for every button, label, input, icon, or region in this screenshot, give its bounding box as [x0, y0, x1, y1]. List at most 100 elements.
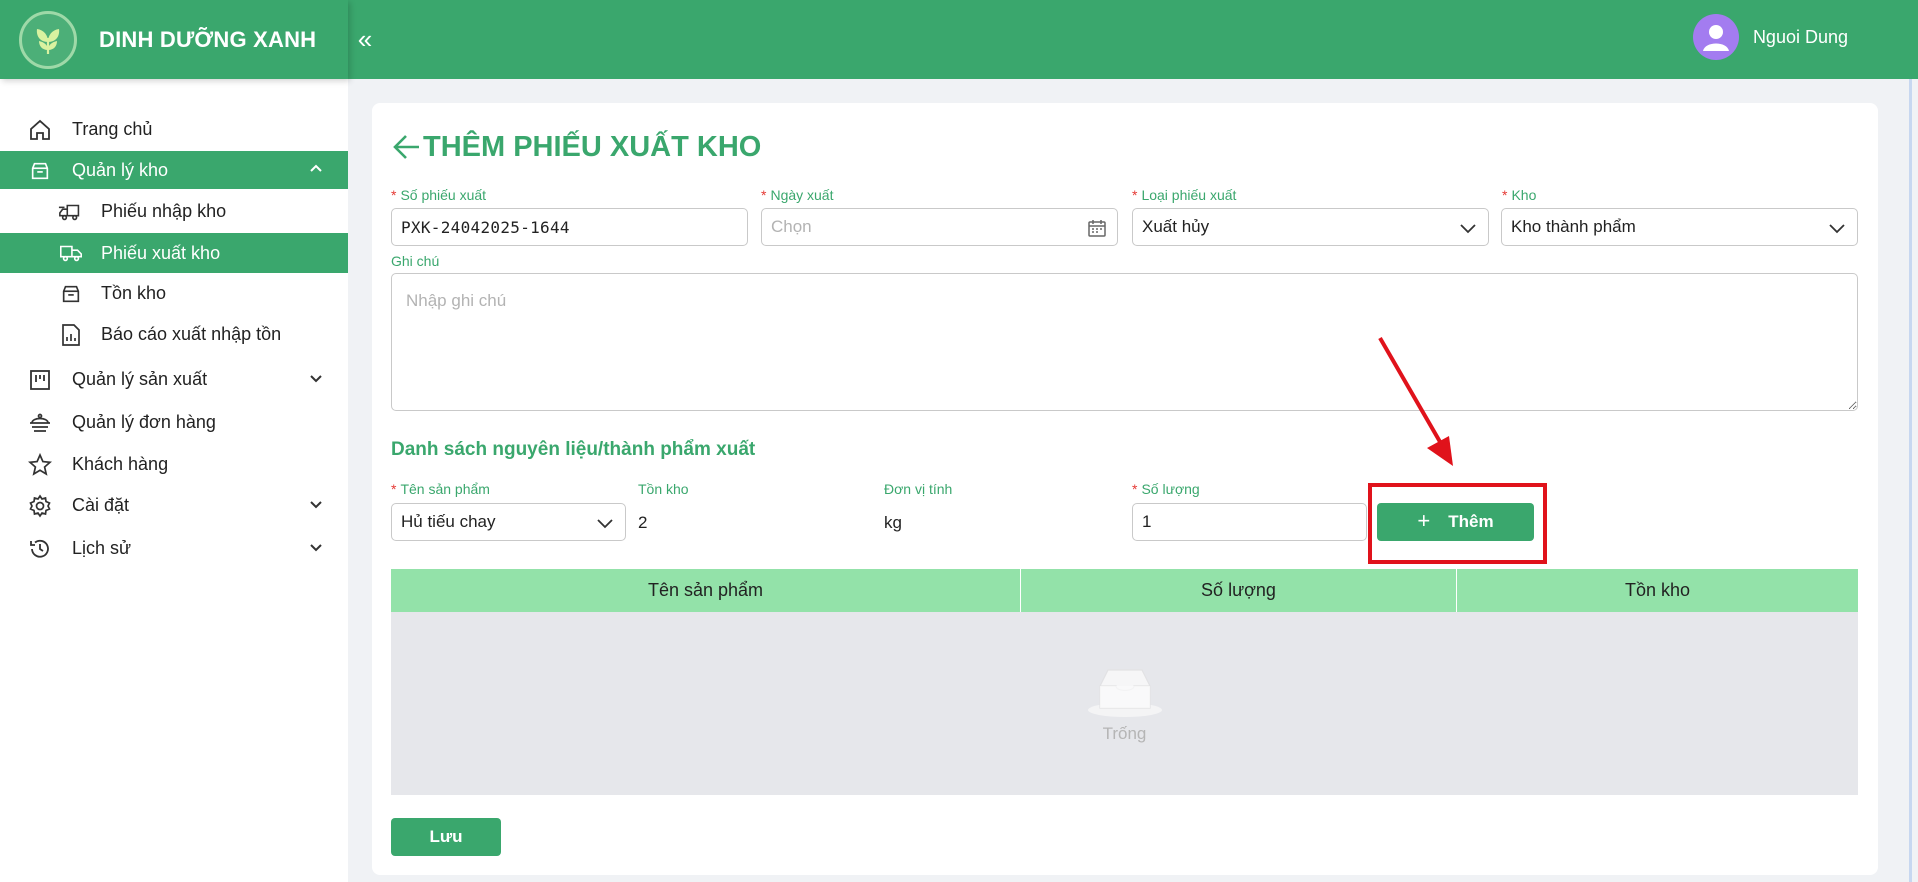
sidebar-item-trang-chu[interactable]: Trang chủ [0, 110, 348, 148]
annotation-highlight-box [1368, 483, 1547, 564]
so-phieu-value: PXK-24042025-1644 [401, 217, 570, 237]
kho-select[interactable]: Kho thành phẩm [1501, 208, 1858, 246]
brand: DINH DƯỠNG XANH [0, 0, 348, 79]
required-mark: * [1132, 481, 1138, 497]
label-text: Tên sản phẩm [400, 481, 490, 497]
loai-phieu-select[interactable]: Xuất hủy [1132, 208, 1489, 246]
product-label: * Tên sản phẩm [391, 481, 490, 497]
required-mark: * [391, 187, 397, 203]
required-mark: * [391, 481, 397, 497]
collapse-sidebar-button[interactable]: « [350, 22, 380, 56]
sidebar-item-label: Báo cáo xuất nhập tồn [101, 324, 282, 344]
sidebar-item-lich-su[interactable]: Lịch sử [0, 529, 348, 567]
empty-text: Trống [1102, 723, 1147, 743]
sidebar-item-label: Tồn kho [101, 283, 167, 303]
label-text: Số phiếu xuất [400, 187, 487, 203]
brand-name: DINH DƯỠNG XANH [99, 26, 317, 52]
history-icon [27, 536, 53, 562]
ngay-xuat-label: * Ngày xuất [761, 187, 834, 203]
user-name: Nguoi Dung [1752, 26, 1848, 47]
sidebar-item-quan-ly-kho[interactable]: Quản lý kho [0, 151, 348, 189]
gear-icon [27, 493, 53, 519]
column-header: Số lượng [1021, 569, 1457, 612]
sidebar-item-phieu-nhap-kho[interactable]: Phiếu nhập kho [0, 192, 348, 230]
sidebar-item-label: Quản lý sản xuất [72, 369, 208, 389]
product-value: Hủ tiếu chay [401, 512, 496, 531]
chevron-up-icon [310, 164, 322, 172]
ghi-chu-textarea[interactable] [391, 273, 1858, 411]
unit-value: kg [884, 513, 902, 532]
product-select[interactable]: Hủ tiếu chay [391, 503, 626, 541]
empty-box-icon [1087, 668, 1162, 717]
required-mark: * [1132, 187, 1138, 203]
chevron-down-icon [597, 519, 613, 529]
quantity-label: * Số lượng [1132, 481, 1200, 497]
sidebar-item-label: Quản lý kho [72, 160, 169, 180]
sidebar-item-ton-kho[interactable]: Tồn kho [0, 274, 348, 312]
form-card: THÊM PHIẾU XUẤT KHO * Số phiếu xuất * Ngày… [372, 103, 1878, 875]
quantity-input[interactable]: 1 [1132, 503, 1367, 541]
leaf-logo-icon [36, 28, 60, 54]
chevron-down-icon [1460, 224, 1476, 234]
loai-phieu-value: Xuất hủy [1142, 217, 1210, 236]
user-menu[interactable]: Nguoi Dung [1692, 14, 1848, 60]
column-header: Tồn kho [1624, 580, 1691, 600]
sidebar-item-cai-dat[interactable]: Cài đặt [0, 486, 348, 524]
ngay-xuat-datepicker[interactable]: Chọn [761, 208, 1118, 246]
page-scrollbar[interactable] [1909, 79, 1912, 882]
stock-value: 2 [638, 513, 648, 532]
truck-in-icon [58, 199, 84, 225]
sidebar-item-label: Lịch sử [72, 538, 132, 558]
calendar-icon [1088, 220, 1106, 237]
chevron-down-icon [310, 544, 322, 552]
label-text: Kho [1511, 187, 1537, 203]
order-icon [27, 410, 53, 436]
sidebar-item-label: Cài đặt [72, 495, 130, 515]
quantity-value: 1 [1142, 512, 1152, 531]
stock-label: Tồn kho [638, 481, 689, 497]
page-title: THÊM PHIẾU XUẤT KHO [391, 127, 761, 167]
warehouse-icon [27, 158, 53, 184]
items-table: Tên sản phẩm Số lượng Tồn kho Trống [391, 569, 1858, 795]
table-empty-state: Trống [391, 612, 1858, 795]
so-phieu-input[interactable]: PXK-24042025-1644 [391, 208, 748, 246]
chevron-down-icon [310, 375, 322, 383]
required-mark: * [761, 187, 767, 203]
avatar[interactable] [1692, 14, 1739, 60]
required-mark: * [1502, 187, 1508, 203]
report-icon [58, 322, 84, 348]
label-text: Số lượng [1141, 481, 1200, 497]
sidebar: Trang chủ Quản lý kho Phiếu nhập kho Phi… [0, 79, 348, 882]
so-phieu-label: * Số phiếu xuất [391, 187, 486, 203]
sidebar-item-bao-cao[interactable]: Báo cáo xuất nhập tồn [0, 315, 348, 353]
production-icon [27, 367, 53, 393]
label-text: Ngày xuất [770, 187, 834, 203]
column-header: Tên sản phẩm [391, 569, 1021, 612]
items-section-title: Danh sách nguyên liệu/thành phẩm xuất [391, 439, 756, 460]
sidebar-item-khach-hang[interactable]: Khách hàng [0, 445, 348, 483]
sidebar-item-quan-ly-don-hang[interactable]: Quản lý đơn hàng [0, 403, 348, 441]
chevron-down-icon [1829, 224, 1845, 234]
back-arrow-icon[interactable] [391, 132, 423, 162]
home-icon [27, 117, 53, 143]
truck-out-icon [58, 240, 84, 266]
page-title-text: THÊM PHIẾU XUẤT KHO [423, 130, 762, 163]
star-icon [27, 452, 53, 478]
sidebar-item-label: Phiếu nhập kho [101, 201, 227, 221]
save-button[interactable]: Lưu [391, 818, 501, 856]
unit-label: Đơn vị tính [884, 481, 953, 497]
ngay-xuat-placeholder: Chọn [771, 217, 812, 236]
sidebar-item-quan-ly-san-xuat[interactable]: Quản lý sản xuất [0, 360, 348, 398]
chevron-down-icon [310, 501, 322, 509]
table-header: Tên sản phẩm Số lượng Tồn kho [391, 569, 1858, 612]
kho-label: * Kho [1502, 187, 1536, 203]
loai-phieu-label: * Loại phiếu xuất [1132, 187, 1236, 203]
ghi-chu-label: Ghi chú [391, 253, 440, 269]
sidebar-item-label: Trang chủ [72, 119, 153, 139]
label-text: Loại phiếu xuất [1141, 187, 1237, 203]
user-icon [1702, 25, 1729, 51]
sidebar-item-phieu-xuat-kho[interactable]: Phiếu xuất kho [0, 233, 348, 273]
kho-value: Kho thành phẩm [1511, 217, 1636, 236]
sidebar-item-label: Quản lý đơn hàng [72, 412, 216, 432]
sidebar-item-label: Khách hàng [72, 454, 169, 474]
